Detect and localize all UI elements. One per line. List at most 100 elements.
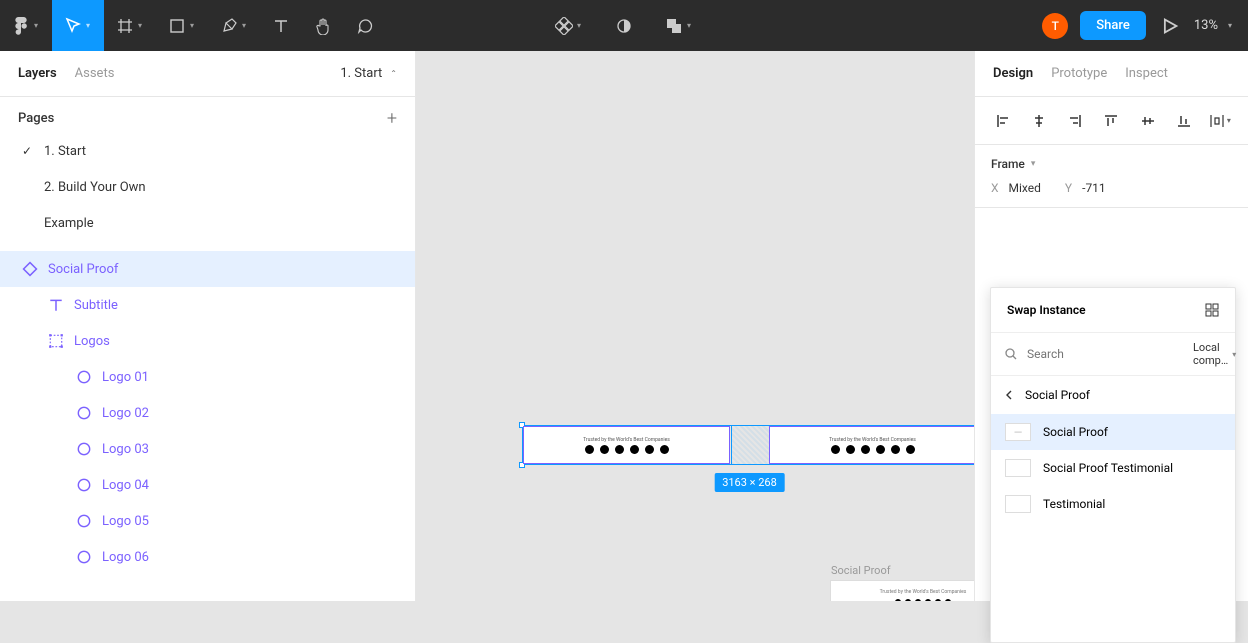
right-panel: Design Prototype Inspect ▾ Frame ▾ X Mix… <box>974 51 1248 601</box>
frame-tool[interactable]: ▾ <box>104 0 156 51</box>
mask-tool[interactable] <box>603 0 645 51</box>
alignment-controls: ▾ <box>975 97 1248 145</box>
pen-icon <box>220 17 238 35</box>
distribute[interactable]: ▾ <box>1206 114 1234 128</box>
text-icon <box>272 17 290 35</box>
align-h-center[interactable] <box>1025 114 1053 128</box>
chevron-down-icon: ▾ <box>190 21 194 30</box>
figma-menu[interactable]: ▾ <box>0 0 52 51</box>
zoom-select[interactable]: 13% ▾ <box>1194 18 1232 33</box>
top-toolbar: ▾ ▾ ▾ ▾ ▾ ▾ <box>0 0 1248 51</box>
design-tab[interactable]: Design <box>993 66 1033 81</box>
align-v-center[interactable] <box>1134 114 1162 128</box>
page-item-start[interactable]: 1. Start <box>0 133 415 169</box>
chevron-down-icon: ▾ <box>86 21 90 30</box>
ellipse-layer-icon <box>76 549 92 565</box>
ellipse-layer-icon <box>76 405 92 421</box>
layer-logo-01[interactable]: Logo 01 <box>0 359 415 395</box>
page-item-example[interactable]: Example <box>0 205 415 241</box>
add-page-button[interactable]: + <box>387 108 397 129</box>
swap-instance-popover: Swap Instance Local comp… ▾ Social Proof… <box>990 287 1236 643</box>
instance-gap <box>731 426 771 464</box>
hand-tool[interactable] <box>302 0 344 51</box>
play-icon <box>1161 17 1179 35</box>
swap-back-button[interactable]: Social Proof <box>991 376 1235 414</box>
pages-heading: Pages <box>18 111 54 126</box>
group-layer-icon <box>48 333 64 349</box>
canvas: Trusted by the World's Best Companies Tr… <box>416 51 974 601</box>
grid-view-toggle[interactable] <box>1205 303 1219 317</box>
chevron-down-icon: ▾ <box>34 21 38 30</box>
layer-logo-06[interactable]: Logo 06 <box>0 539 415 575</box>
ellipse-layer-icon <box>76 477 92 493</box>
pointer-icon <box>64 17 82 35</box>
chevron-up-icon: ⌃ <box>390 69 397 78</box>
chevron-down-icon: ▾ <box>1228 21 1232 30</box>
layer-logo-05[interactable]: Logo 05 <box>0 503 415 539</box>
instance-frame-a: Trusted by the World's Best Companies <box>523 426 730 464</box>
page-item-build[interactable]: 2. Build Your Own <box>0 169 415 205</box>
instance-frame-b: Trusted by the World's Best Companies <box>769 426 974 464</box>
swap-item-testimonial[interactable]: Testimonial <box>991 486 1235 522</box>
layer-logo-04[interactable]: Logo 04 <box>0 467 415 503</box>
current-page-select[interactable]: 1. Start ⌃ <box>340 66 397 81</box>
mask-icon <box>615 17 633 35</box>
align-bottom[interactable] <box>1170 114 1198 128</box>
swap-search-input[interactable] <box>1027 347 1183 361</box>
component-tool[interactable]: ▾ <box>543 0 595 51</box>
library-scope-select[interactable]: Local comp… ▾ <box>1193 341 1236 367</box>
thumb-social-proof[interactable]: Social Proof Trusted by the World's Best… <box>830 580 974 601</box>
rectangle-icon <box>168 17 186 35</box>
swap-item-social-proof[interactable]: — Social Proof <box>991 414 1235 450</box>
union-icon <box>665 17 683 35</box>
chevron-down-icon: ▾ <box>1031 159 1036 169</box>
layer-subtitle[interactable]: Subtitle <box>0 287 415 323</box>
swap-item-social-proof-testimonial[interactable]: Social Proof Testimonial <box>991 450 1235 486</box>
layers-tab[interactable]: Layers <box>18 66 57 81</box>
layer-logo-02[interactable]: Logo 02 <box>0 395 415 431</box>
component-thumb-icon: — <box>1005 423 1031 441</box>
y-field[interactable]: Y -711 <box>1065 181 1106 195</box>
align-top[interactable] <box>1097 114 1125 128</box>
ellipse-layer-icon <box>76 441 92 457</box>
share-button[interactable]: Share <box>1080 11 1146 40</box>
logo-dots <box>831 445 915 454</box>
layer-component[interactable]: Social Proof <box>0 251 415 287</box>
boolean-tool[interactable]: ▾ <box>653 0 705 51</box>
align-right[interactable] <box>1061 114 1089 128</box>
logo-dots <box>585 445 669 454</box>
user-avatar[interactable]: T <box>1042 13 1068 39</box>
frame-icon <box>116 17 134 35</box>
component-thumb-icon <box>1005 495 1031 513</box>
chevron-down-icon: ▾ <box>687 21 691 30</box>
comment-icon <box>356 17 374 35</box>
inspect-tab[interactable]: Inspect <box>1125 66 1168 81</box>
layer-logo-03[interactable]: Logo 03 <box>0 431 415 467</box>
present-button[interactable] <box>1158 0 1182 51</box>
x-field[interactable]: X Mixed <box>991 181 1041 195</box>
assets-tab[interactable]: Assets <box>75 66 115 81</box>
text-layer-icon <box>48 297 64 313</box>
prototype-tab[interactable]: Prototype <box>1051 66 1107 81</box>
selection-dimensions: 3163 × 268 <box>714 473 785 492</box>
chevron-down-icon: ▾ <box>1232 350 1236 359</box>
search-icon <box>1005 348 1017 360</box>
comment-tool[interactable] <box>344 0 386 51</box>
chevron-down-icon: ▾ <box>577 21 581 30</box>
left-panel: Layers Assets 1. Start ⌃ Pages + 1. Star… <box>0 51 416 601</box>
popover-title: Swap Instance <box>1007 303 1086 317</box>
zoom-value: 13% <box>1194 18 1218 33</box>
chevron-down-icon: ▾ <box>242 21 246 30</box>
ellipse-layer-icon <box>76 369 92 385</box>
ellipse-layer-icon <box>76 513 92 529</box>
align-left[interactable] <box>989 114 1017 128</box>
figma-logo-icon <box>12 17 30 35</box>
layer-logos-group[interactable]: Logos <box>0 323 415 359</box>
chevron-left-icon <box>1005 390 1013 400</box>
move-tool[interactable]: ▾ <box>52 0 104 51</box>
pen-tool[interactable]: ▾ <box>208 0 260 51</box>
selected-instance[interactable]: Trusted by the World's Best Companies Tr… <box>522 425 974 465</box>
shape-tool[interactable]: ▾ <box>156 0 208 51</box>
text-tool[interactable] <box>260 0 302 51</box>
frame-section-label[interactable]: Frame ▾ <box>991 157 1232 171</box>
